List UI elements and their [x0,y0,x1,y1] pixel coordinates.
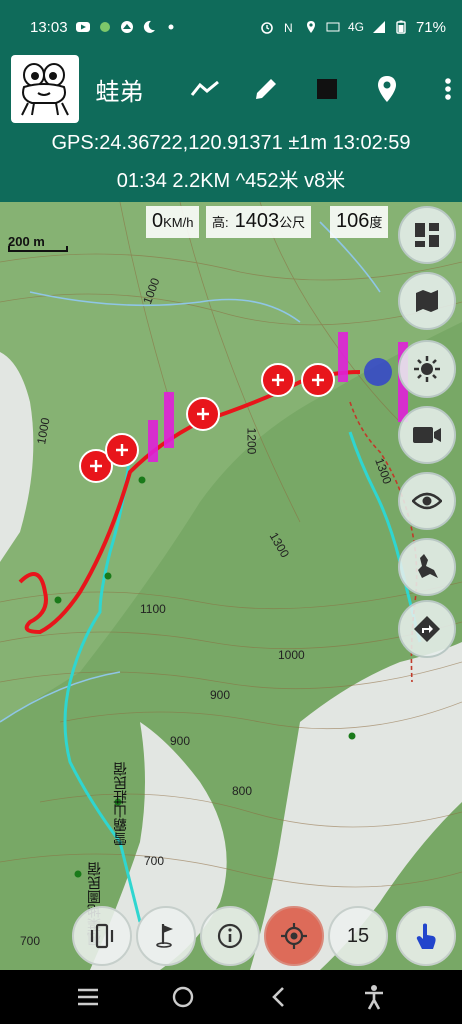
heading-value: 106 [336,210,370,232]
zoom-level-button[interactable]: 15 [328,906,388,966]
recent-apps-button[interactable] [68,977,108,1017]
scale-bar [8,246,68,252]
touch-icon [416,923,436,949]
altitude-value: 1403 [234,210,280,232]
back-chevron-icon [271,987,284,1007]
map-canvas [0,202,462,970]
golf-flag-button[interactable] [136,906,196,966]
location-icon [306,21,315,33]
eye-icon [412,492,442,510]
moon-icon [143,20,155,33]
trip-summary: 01:34 2.2KM ^452米 v8米 [116,170,346,192]
contour-label: 1100 [140,602,166,616]
camera-button[interactable] [398,406,456,464]
info-button[interactable] [200,906,260,966]
battery-icon [396,20,406,34]
contour-label: 900 [170,734,191,748]
frog-button[interactable] [398,538,456,596]
info-icon [217,923,243,949]
frog-icon [418,554,438,578]
network-type: 4G [347,20,364,34]
home-circle-icon [173,986,194,1008]
layers-button[interactable] [398,206,456,264]
vibrate-icon [90,923,114,949]
frog-app-icon [99,22,110,32]
compass-app-icon [120,21,133,33]
signal-icon [372,21,385,33]
map-button[interactable] [398,272,456,330]
app-bar: 蛙弟 [0,54,462,124]
youtube-icon [75,22,90,32]
contour-label: 700 [20,934,41,948]
contour-label: 1200 [244,427,259,455]
map-pin-icon [378,76,397,102]
home-button[interactable] [163,977,203,1017]
accessibility-button[interactable] [354,977,394,1017]
stop-icon [316,79,337,99]
system-nav-bar [0,970,462,1024]
dot-icon [168,24,174,30]
gps-info-bar: GPS:24.36722,120.91371 ±1m 13:02:59 01:3… [0,124,462,202]
altitude-readout: 高: 1403 公尺 [206,206,312,238]
contour-label: 1000 [278,648,305,662]
nfc-icon: N [284,21,293,34]
heading-readout: 106 度 [330,206,389,238]
accessibility-icon [365,985,384,1010]
zoom-level: 15 [346,924,370,947]
svg-text:N: N [284,21,293,34]
speed-unit: KM/h [163,215,194,230]
directions-button[interactable] [398,600,456,658]
app-title: 蛙弟 [95,78,144,106]
directions-icon [414,616,440,642]
more-vert-icon [444,78,451,100]
gps-coordinates: GPS:24.36722,120.91371 ±1m 13:02:59 [51,132,411,154]
contour-label: 800 [232,784,253,798]
place-label: 雪霸山莊民宿 [112,762,128,846]
pencil-icon [256,79,277,99]
alarm-icon [261,22,273,34]
contour-label: 700 [144,854,165,868]
map-icon [416,290,438,312]
altitude-unit: 公尺 [279,215,306,230]
status-time: 13:03 [30,18,68,36]
speed-value: 0 [152,210,164,232]
app-logo[interactable] [11,55,80,123]
speed-readout: 0 KM/h [146,206,200,238]
overflow-menu-button[interactable] [434,74,462,104]
line-chart-icon [190,80,219,96]
back-button[interactable] [259,977,299,1017]
edit-button[interactable] [252,74,280,104]
status-bar: 13:03 N 4G 71% [0,0,462,54]
camera-icon [413,427,441,443]
stop-record-button[interactable] [313,74,341,104]
waypoint-button[interactable] [373,74,401,104]
eye-button[interactable] [398,472,456,530]
layers-icon [415,223,439,247]
recents-icon [77,988,98,1006]
contour-label: 900 [210,688,231,702]
altitude-label: 高: [212,215,229,230]
vibrate-button[interactable] [72,906,132,966]
brightness-icon [414,356,440,382]
volte-icon [326,22,340,32]
locate-button[interactable] [264,906,324,966]
heading-unit: 度 [369,215,383,230]
frog-logo-icon [21,63,70,116]
battery-percent: 71% [415,18,446,36]
brightness-button[interactable] [398,340,456,398]
current-position-marker [364,358,392,386]
topo-map[interactable]: 1000 1000 1100 1000 900 900 800 700 700 … [0,202,462,970]
golf-flag-icon [156,924,173,948]
gps-fixed-icon [281,923,307,949]
touch-mode-button[interactable] [396,906,456,966]
track-chart-button[interactable] [190,74,220,104]
